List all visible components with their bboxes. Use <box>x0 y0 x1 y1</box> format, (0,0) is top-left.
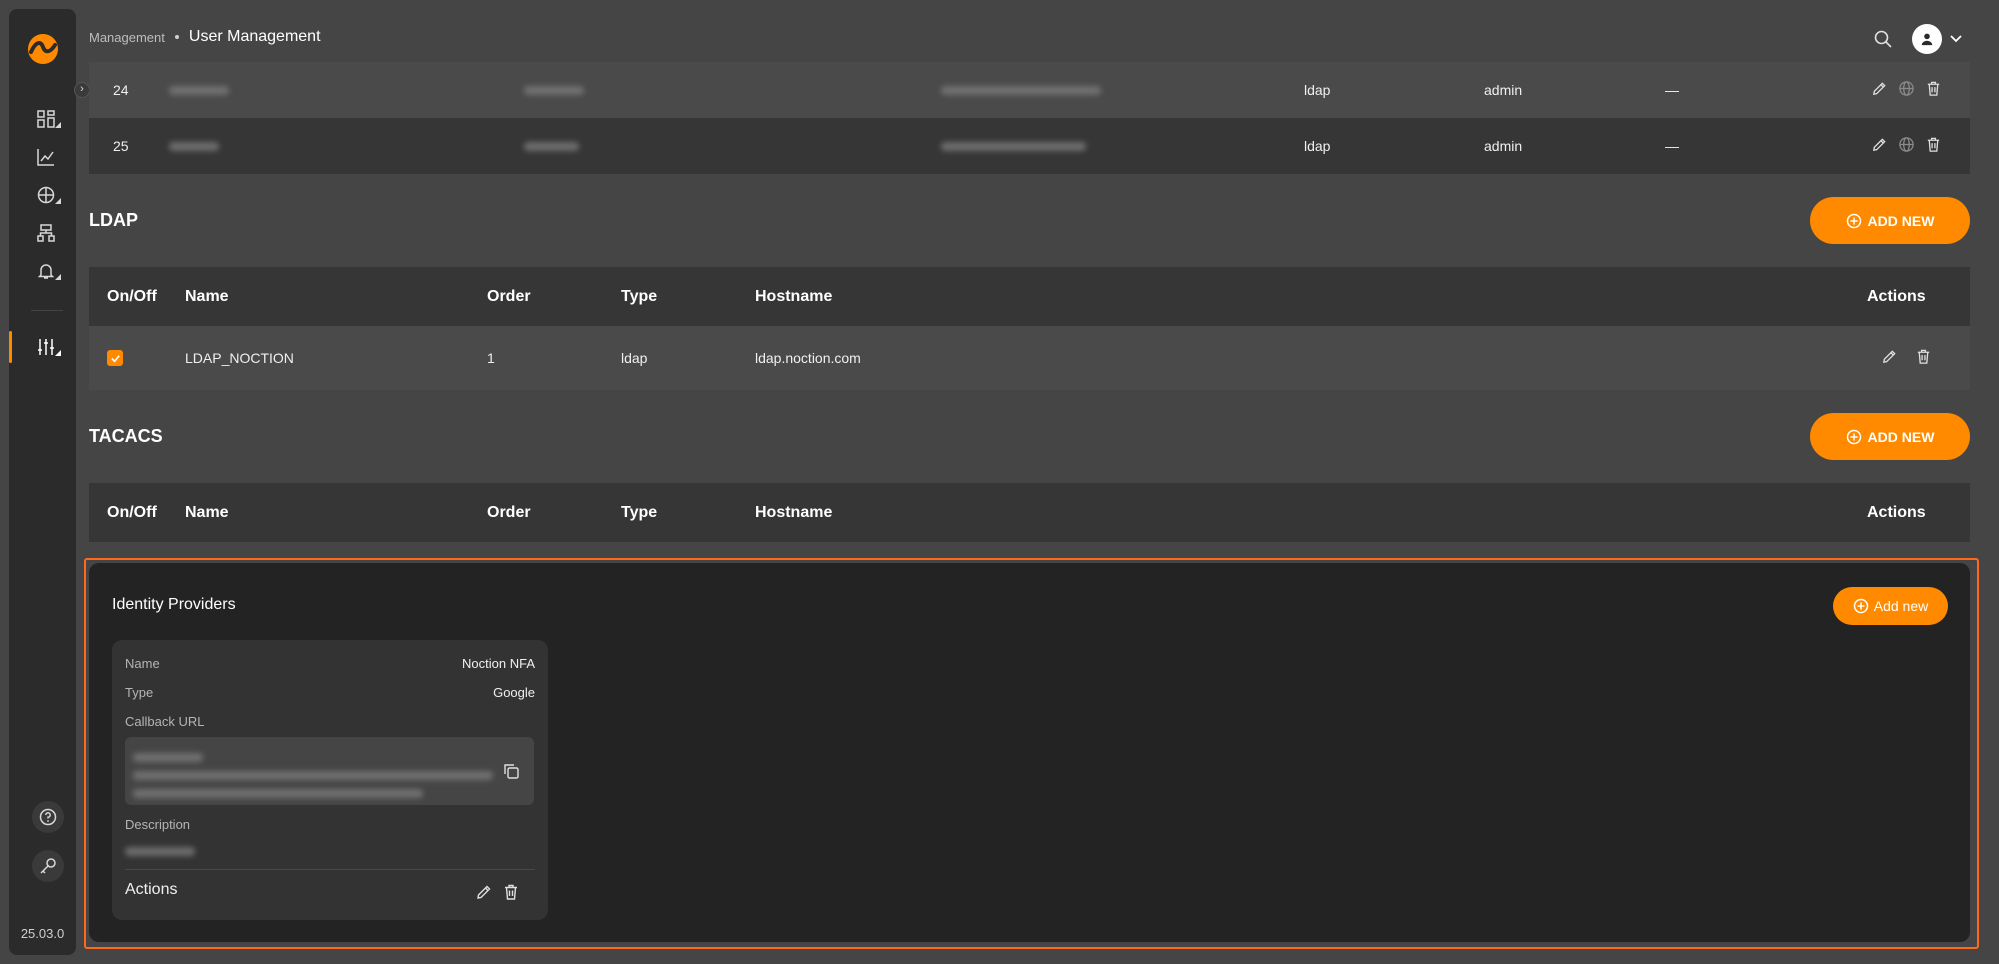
topology-icon[interactable] <box>31 220 61 246</box>
field-label: Description <box>125 817 191 832</box>
edit-icon[interactable] <box>1881 348 1898 368</box>
ldap-order: 1 <box>487 350 495 366</box>
redacted-fullname <box>524 82 584 98</box>
redacted-description <box>125 843 195 861</box>
ldap-type: ldap <box>621 350 648 366</box>
column-header[interactable]: Hostname <box>755 504 832 522</box>
column-header: Actions <box>1867 287 1926 305</box>
field-label: Callback URL <box>125 714 205 729</box>
add-new-label: Add new <box>1873 598 1929 614</box>
identity-providers-panel: Identity Providers Add new Name Noction … <box>89 563 1970 942</box>
idp-name-field: Name Noction NFA <box>125 656 535 671</box>
ldap-hostname: ldap.noction.com <box>755 350 861 366</box>
edit-icon[interactable] <box>475 883 493 901</box>
column-header[interactable]: Order <box>487 504 531 522</box>
globe-icon[interactable] <box>1898 136 1915 156</box>
avatar[interactable] <box>1912 24 1942 54</box>
user-type: ldap <box>1304 82 1331 98</box>
tacacs-add-new-button[interactable]: ADD NEW <box>1810 413 1970 460</box>
column-header[interactable]: Hostname <box>755 288 832 306</box>
column-header[interactable]: On/Off <box>107 288 157 306</box>
column-header[interactable]: Name <box>185 288 229 306</box>
redacted-email <box>941 82 1101 98</box>
user-role: admin <box>1484 82 1523 98</box>
sidebar-divider <box>31 310 63 311</box>
copy-icon[interactable] <box>502 762 520 780</box>
redacted-email <box>941 138 1086 154</box>
dashboard-icon[interactable] <box>31 106 61 132</box>
globe-icon[interactable] <box>1898 80 1915 100</box>
column-header[interactable]: Type <box>621 288 657 306</box>
edit-icon[interactable] <box>1871 136 1888 156</box>
ldap-add-new-button[interactable]: ADD NEW <box>1810 197 1970 244</box>
user-id: 24 <box>113 82 129 98</box>
redacted-username <box>169 138 219 154</box>
plus-circle-icon <box>1846 213 1861 228</box>
breadcrumb-parent[interactable]: Management <box>89 30 165 45</box>
trash-icon[interactable] <box>1915 348 1932 368</box>
app-version: 25.03.0 <box>20 926 65 941</box>
column-header[interactable]: Order <box>487 288 531 306</box>
help-icon[interactable] <box>32 801 64 833</box>
bell-icon[interactable] <box>31 258 61 284</box>
field-value: Google <box>493 685 535 700</box>
trash-icon[interactable] <box>1925 80 1942 100</box>
plus-circle-icon <box>1846 429 1861 444</box>
user-type: ldap <box>1304 138 1331 154</box>
table-row[interactable]: 25 ldap admin — <box>89 118 1970 174</box>
search-icon[interactable] <box>1872 28 1894 50</box>
trash-icon[interactable] <box>1925 136 1942 156</box>
tacacs-table-header: On/Off Name Order Type Hostname Actions <box>89 483 1970 542</box>
network-icon[interactable] <box>31 182 61 208</box>
user-extra: — <box>1665 82 1679 98</box>
identity-provider-card: Name Noction NFA Type Google Callback UR… <box>112 640 548 920</box>
ldap-section-title: LDAP <box>89 210 138 230</box>
table-row[interactable]: LDAP_NOCTION 1 ldap ldap.noction.com <box>89 326 1970 390</box>
table-row[interactable]: 24 ldap admin — <box>89 62 1970 118</box>
analytics-icon[interactable] <box>31 144 61 170</box>
chevron-down-icon[interactable] <box>1948 30 1964 46</box>
idp-add-new-button[interactable]: Add new <box>1833 587 1948 625</box>
trash-icon[interactable] <box>502 883 520 901</box>
active-indicator <box>9 331 12 363</box>
settings-sliders-icon[interactable] <box>31 334 61 360</box>
key-icon[interactable] <box>32 850 64 882</box>
card-actions-label: Actions <box>125 881 178 898</box>
sidebar: › 25.03.0 <box>9 9 90 955</box>
plus-circle-icon <box>1853 598 1868 614</box>
column-header[interactable]: Type <box>621 504 657 522</box>
page-title: User Management <box>188 28 321 45</box>
add-new-label: ADD NEW <box>1867 428 1935 445</box>
user-role: admin <box>1484 138 1523 154</box>
user-extra: — <box>1665 138 1679 154</box>
ldap-table-header: On/Off Name Order Type Hostname Actions <box>89 267 1970 326</box>
sidebar-expand-button[interactable]: › <box>74 82 90 98</box>
tacacs-section-title: TACACS <box>89 426 163 446</box>
redacted-fullname <box>524 138 579 154</box>
edit-icon[interactable] <box>1871 80 1888 100</box>
breadcrumb-separator <box>174 35 179 39</box>
field-label: Type <box>125 685 154 700</box>
column-header: Actions <box>1867 503 1926 521</box>
idp-type-field: Type Google <box>125 685 535 700</box>
identity-providers-title: Identity Providers <box>112 596 236 613</box>
breadcrumb: Management User Management <box>89 28 321 46</box>
field-value: Noction NFA <box>462 656 535 671</box>
ldap-name: LDAP_NOCTION <box>185 350 294 366</box>
row-actions <box>1871 136 1942 156</box>
idp-description-label: Description <box>125 817 535 832</box>
divider <box>125 869 535 870</box>
add-new-label: ADD NEW <box>1867 212 1935 229</box>
column-header[interactable]: Name <box>185 504 229 522</box>
idp-callback-label: Callback URL <box>125 714 535 729</box>
callback-url-box[interactable] <box>125 737 534 805</box>
column-header[interactable]: On/Off <box>107 504 157 522</box>
user-id: 25 <box>113 138 129 154</box>
app-logo[interactable] <box>27 33 59 65</box>
row-actions <box>1871 80 1942 100</box>
field-label: Name <box>125 656 160 671</box>
redacted-username <box>169 82 229 98</box>
